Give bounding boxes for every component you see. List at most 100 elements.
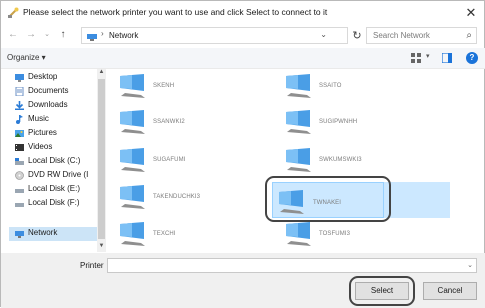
sidebar-item-label: Desktop <box>28 72 58 81</box>
computer-item[interactable]: TEXCHI <box>119 219 259 255</box>
sidebar-item-label: Videos <box>28 142 53 151</box>
printer-field[interactable]: ⌄ <box>107 258 477 273</box>
disk-icon <box>15 189 24 193</box>
preview-pane-icon[interactable] <box>442 53 452 63</box>
computer-icon <box>286 74 311 98</box>
computer-item[interactable]: TAKENDUCHKI3 <box>119 182 259 218</box>
back-button[interactable]: ← <box>7 29 19 41</box>
view-options-icon[interactable] <box>411 53 421 63</box>
sidebar-item-pictures[interactable]: Pictures <box>15 127 98 141</box>
navigation-bar: ← → ⌄ ↑ › Network ⌄ ↻ Search Network ⌕ <box>1 25 485 47</box>
cancel-button[interactable]: Cancel <box>423 282 477 300</box>
refresh-button[interactable]: ↻ <box>350 29 364 43</box>
computer-item[interactable]: SUGAFUMI <box>119 145 259 181</box>
sidebar-item-videos[interactable]: Videos <box>15 141 98 155</box>
refresh-icon: ↻ <box>352 30 362 42</box>
computer-item[interactable]: SKENH <box>119 71 259 107</box>
computer-icon <box>120 110 145 134</box>
pictures-icon <box>15 130 24 137</box>
sidebar-item-desktop[interactable]: Desktop <box>15 71 98 85</box>
address-dropdown-icon[interactable]: ⌄ <box>320 30 327 39</box>
sidebar-item-label: Local Disk (C:) <box>28 156 81 165</box>
bottom-panel: Printer ⌄ Select Cancel <box>1 253 485 308</box>
computer-icon <box>286 110 311 134</box>
desktop-icon <box>15 74 24 82</box>
breadcrumb-network[interactable]: Network <box>109 31 138 40</box>
selected-computer-highlight-ring <box>265 176 391 222</box>
chevron-down-icon: ⌄ <box>44 31 50 38</box>
back-arrow-icon: ← <box>8 29 18 40</box>
up-arrow-icon: ↑ <box>60 29 66 40</box>
computer-icon <box>286 222 311 246</box>
help-icon[interactable]: ? <box>466 52 478 64</box>
sidebar-item-local-disk-f[interactable]: Local Disk (F:) <box>15 197 98 211</box>
computer-item[interactable]: SUGIPWNHH <box>285 107 425 143</box>
computer-item[interactable]: SSAITO <box>285 71 425 107</box>
sidebar-item-dvd-drive[interactable]: DVD RW Drive (I <box>15 169 98 183</box>
up-button[interactable]: ↑ <box>57 29 69 41</box>
sidebar-item-music[interactable]: Music <box>15 113 98 127</box>
computer-icon <box>120 148 145 172</box>
computer-item[interactable]: TOSFUMI3 <box>285 219 425 255</box>
search-input[interactable]: Search Network ⌕ <box>366 27 477 44</box>
dvd-icon <box>15 171 24 180</box>
sidebar-item-local-disk-c[interactable]: Local Disk (C:) <box>15 155 98 169</box>
organize-menu[interactable]: Organize ▾ <box>7 53 46 62</box>
close-button[interactable]: ✕ <box>462 4 480 22</box>
music-icon <box>16 115 23 124</box>
network-icon <box>87 34 97 41</box>
computer-list: SKENH SSAITO SSANWKI2 SUGIPWNHH SUGAFUMI… <box>109 69 481 252</box>
sidebar-item-network[interactable]: Network <box>9 227 97 241</box>
computer-icon <box>120 185 145 209</box>
search-placeholder: Search Network <box>373 31 430 40</box>
computer-name: SKENH <box>153 83 175 89</box>
computer-name: SUGAFUMI <box>153 157 186 163</box>
sidebar-item-label: Local Disk (F:) <box>28 198 80 207</box>
forward-button[interactable]: → <box>25 29 37 41</box>
breadcrumb-separator-icon: › <box>101 29 104 38</box>
select-button-highlight-ring <box>349 276 415 306</box>
computer-icon <box>120 222 145 246</box>
disk-icon <box>15 203 24 207</box>
close-icon: ✕ <box>465 5 477 20</box>
sidebar-item-label: DVD RW Drive (I <box>28 170 89 179</box>
forward-arrow-icon: → <box>26 29 36 40</box>
sidebar-item-label: Local Disk (E:) <box>28 184 81 193</box>
computer-name: SSANWKI2 <box>153 119 185 125</box>
printer-network-icon <box>8 7 19 18</box>
sidebar-item-downloads[interactable]: Downloads <box>15 99 98 113</box>
printer-select-dialog: Please select the network printer you wa… <box>0 0 485 308</box>
computer-item[interactable]: SSANWKI2 <box>119 107 259 143</box>
sidebar-item-label: Network <box>28 228 58 237</box>
recent-locations-button[interactable]: ⌄ <box>41 29 53 41</box>
sidebar-item-local-disk-e[interactable]: Local Disk (E:) <box>15 183 98 197</box>
scroll-down-icon[interactable]: ▼ <box>97 243 106 252</box>
navigation-pane: Desktop Documents Downloads Music Pictur… <box>1 69 107 252</box>
address-bar[interactable]: › Network ⌄ <box>81 27 348 44</box>
sidebar-scrollbar[interactable]: ▲ ▼ <box>97 69 106 252</box>
view-dropdown-icon[interactable]: ▾ <box>426 52 430 60</box>
downloads-icon <box>15 101 24 110</box>
computer-name: SSAITO <box>319 83 342 89</box>
search-icon: ⌕ <box>466 30 472 41</box>
computer-name: SWKUMSWKI3 <box>319 157 362 163</box>
documents-icon <box>15 87 24 96</box>
sidebar-item-label: Music <box>28 114 49 123</box>
sidebar-item-documents[interactable]: Documents <box>15 85 98 99</box>
window-title: Please select the network printer you wa… <box>23 7 328 17</box>
network-icon <box>15 231 24 238</box>
command-bar: Organize ▾ ▾ ? <box>1 48 485 69</box>
sidebar-item-label: Downloads <box>28 100 68 109</box>
disk-icon <box>15 158 24 165</box>
scroll-up-icon[interactable]: ▲ <box>97 69 106 78</box>
printer-dropdown-icon[interactable]: ⌄ <box>467 261 473 269</box>
selection-highlight <box>384 182 450 218</box>
videos-icon <box>15 144 24 151</box>
sidebar-item-label: Pictures <box>28 128 57 137</box>
scrollbar-thumb[interactable] <box>98 79 105 239</box>
computer-name: SUGIPWNHH <box>319 119 358 125</box>
printer-label: Printer <box>80 261 104 270</box>
computer-name: TAKENDUCHKI3 <box>153 194 201 200</box>
computer-name: TOSFUMI3 <box>319 231 351 237</box>
computer-icon <box>286 148 311 172</box>
